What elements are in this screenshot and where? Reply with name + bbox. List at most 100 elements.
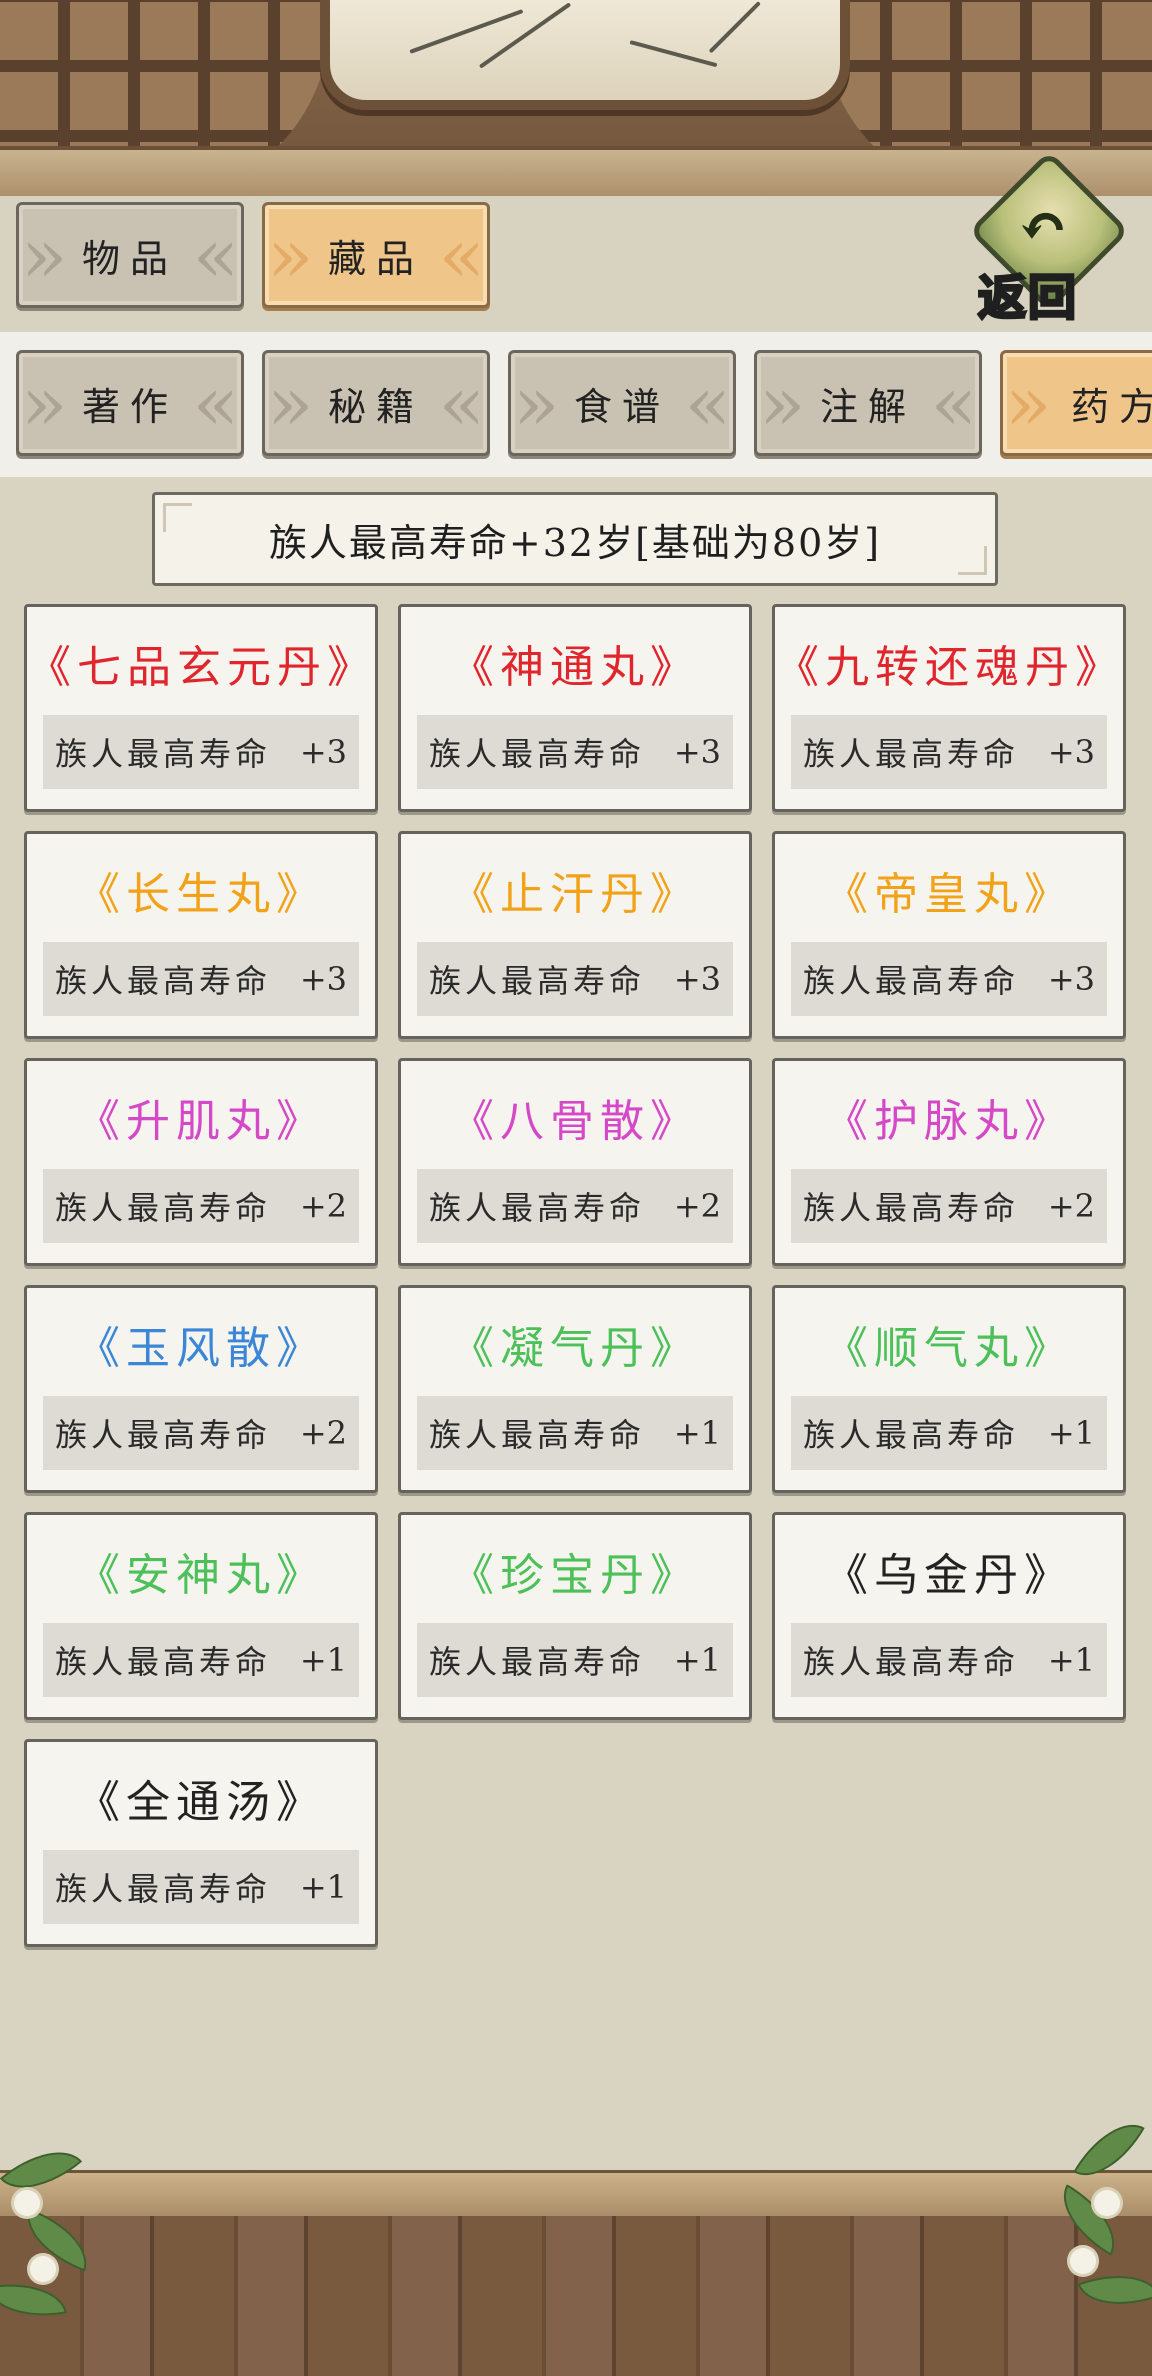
right-plant-decoration bbox=[1042, 2107, 1152, 2376]
item-effect-bar: 族人最高寿命 +2 bbox=[43, 1396, 359, 1470]
tab-recipes[interactable]: » 食谱 « bbox=[508, 350, 736, 456]
item-card[interactable]: 《珍宝丹》族人最高寿命 +1 bbox=[398, 1512, 752, 1720]
item-effect-value: +1 bbox=[1047, 1414, 1095, 1452]
ink-painting-panel bbox=[320, 0, 850, 110]
item-name: 《玉风散》 bbox=[76, 1323, 326, 1374]
sub-tab-bar: » 著作 « » 秘籍 « » 食谱 « » 注解 « » 药方 bbox=[0, 332, 1152, 477]
tab-prescriptions-label: 药方 bbox=[1071, 384, 1152, 429]
item-name: 《九转还魂丹》 bbox=[775, 642, 1125, 693]
chevron-right-icon: « bbox=[438, 358, 486, 448]
item-card[interactable]: 《护脉丸》族人最高寿命 +2 bbox=[772, 1058, 1126, 1266]
chevron-left-icon: » bbox=[267, 210, 314, 300]
tab-secret-manuals-label: 秘籍 bbox=[327, 384, 424, 429]
item-effect-value: +3 bbox=[299, 960, 347, 998]
item-effect-bar: 族人最高寿命 +1 bbox=[417, 1623, 733, 1697]
item-effect-bar: 族人最高寿命 +3 bbox=[791, 715, 1107, 789]
item-card[interactable]: 《顺气丸》族人最高寿命 +1 bbox=[772, 1285, 1126, 1493]
item-effect-bar: 族人最高寿命 +3 bbox=[417, 715, 733, 789]
item-effect-bar: 族人最高寿命 +2 bbox=[43, 1169, 359, 1243]
item-effect-value: +3 bbox=[673, 960, 721, 998]
item-card[interactable]: 《神通丸》族人最高寿命 +3 bbox=[398, 604, 752, 812]
item-effect-value: +1 bbox=[299, 1868, 347, 1906]
chevron-left-icon: » bbox=[759, 358, 806, 448]
corner-ornament bbox=[958, 546, 987, 575]
item-effect-label: 族人最高寿命 bbox=[429, 962, 646, 1000]
chevron-right-icon: « bbox=[930, 358, 978, 448]
tab-collection-label: 藏品 bbox=[327, 236, 424, 281]
item-effect-label: 族人最高寿命 bbox=[55, 962, 272, 1000]
tab-recipes-label: 食谱 bbox=[573, 384, 670, 429]
item-card[interactable]: 《安神丸》族人最高寿命 +1 bbox=[24, 1512, 378, 1720]
item-effect-label: 族人最高寿命 bbox=[429, 1416, 646, 1454]
return-button[interactable]: ↶ 返回 bbox=[966, 150, 1130, 328]
item-effect-label: 族人最高寿命 bbox=[55, 1643, 272, 1681]
item-effect-value: +1 bbox=[1047, 1641, 1095, 1679]
tab-secret-manuals[interactable]: » 秘籍 « bbox=[262, 350, 490, 456]
item-effect-value: +1 bbox=[299, 1641, 347, 1679]
tab-items-label: 物品 bbox=[81, 236, 178, 281]
item-effect-label: 族人最高寿命 bbox=[429, 735, 646, 773]
chevron-left-icon: » bbox=[267, 358, 314, 448]
tab-prescriptions[interactable]: » 药方 bbox=[1000, 350, 1152, 456]
item-effect-value: +3 bbox=[1047, 960, 1095, 998]
item-name: 《七品玄元丹》 bbox=[27, 642, 377, 693]
item-effect-label: 族人最高寿命 bbox=[429, 1189, 646, 1227]
chevron-left-icon: » bbox=[513, 358, 560, 448]
item-effect-value: +3 bbox=[299, 733, 347, 771]
item-effect-bar: 族人最高寿命 +2 bbox=[791, 1169, 1107, 1243]
tab-annotations-label: 注解 bbox=[819, 384, 916, 429]
item-effect-value: +2 bbox=[299, 1187, 347, 1225]
item-name: 《护脉丸》 bbox=[824, 1096, 1074, 1147]
item-card[interactable]: 《全通汤》族人最高寿命 +1 bbox=[24, 1739, 378, 1947]
tab-annotations[interactable]: » 注解 « bbox=[754, 350, 982, 456]
item-effect-label: 族人最高寿命 bbox=[803, 735, 1020, 773]
lifespan-summary-banner: 族人最高寿命+32岁[基础为80岁] bbox=[152, 492, 998, 586]
item-name: 《凝气丹》 bbox=[450, 1323, 700, 1374]
item-effect-value: +2 bbox=[1047, 1187, 1095, 1225]
tab-items[interactable]: » 物品 « bbox=[16, 202, 244, 308]
item-card[interactable]: 《九转还魂丹》族人最高寿命 +3 bbox=[772, 604, 1126, 812]
item-effect-bar: 族人最高寿命 +3 bbox=[43, 715, 359, 789]
item-card[interactable]: 《玉风散》族人最高寿命 +2 bbox=[24, 1285, 378, 1493]
item-card[interactable]: 《八骨散》族人最高寿命 +2 bbox=[398, 1058, 752, 1266]
item-effect-label: 族人最高寿命 bbox=[803, 1416, 1020, 1454]
item-name: 《安神丸》 bbox=[76, 1550, 326, 1601]
item-card[interactable]: 《止汗丹》族人最高寿命 +3 bbox=[398, 831, 752, 1039]
item-effect-value: +2 bbox=[299, 1414, 347, 1452]
item-effect-label: 族人最高寿命 bbox=[803, 1189, 1020, 1227]
chevron-right-icon: « bbox=[684, 358, 732, 448]
item-effect-bar: 族人最高寿命 +1 bbox=[43, 1850, 359, 1924]
corner-ornament bbox=[163, 503, 192, 532]
return-label: 返回 bbox=[976, 269, 1079, 328]
item-card[interactable]: 《长生丸》 族人最高寿命 +3 bbox=[24, 831, 378, 1039]
item-name: 《止汗丹》 bbox=[450, 869, 700, 920]
item-name: 《顺气丸》 bbox=[824, 1323, 1074, 1374]
chevron-right-icon: « bbox=[192, 210, 240, 300]
item-effect-value: +1 bbox=[673, 1414, 721, 1452]
item-effect-label: 族人最高寿命 bbox=[55, 1416, 272, 1454]
item-card[interactable]: 《帝皇丸》 族人最高寿命 +3 bbox=[772, 831, 1126, 1039]
item-name: 《帝皇丸》 bbox=[824, 869, 1074, 920]
tab-collection[interactable]: » 藏品 « bbox=[262, 202, 490, 308]
item-name: 《八骨散》 bbox=[450, 1096, 700, 1147]
item-effect-value: +3 bbox=[1047, 733, 1095, 771]
item-name: 《乌金丹》 bbox=[824, 1550, 1074, 1601]
chevron-right-icon: « bbox=[438, 210, 486, 300]
item-card[interactable]: 《乌金丹》族人最高寿命 +1 bbox=[772, 1512, 1126, 1720]
chevron-left-icon: » bbox=[21, 210, 68, 300]
item-card[interactable]: 《升肌丸》族人最高寿命 +2 bbox=[24, 1058, 378, 1266]
item-card[interactable]: 《凝气丹》族人最高寿命 +1 bbox=[398, 1285, 752, 1493]
item-card[interactable]: 《七品玄元丹》族人最高寿命 +3 bbox=[24, 604, 378, 812]
item-effect-label: 族人最高寿命 bbox=[429, 1643, 646, 1681]
item-effect-label: 族人最高寿命 bbox=[55, 1189, 272, 1227]
item-name: 《珍宝丹》 bbox=[450, 1550, 700, 1601]
item-name: 《升肌丸》 bbox=[76, 1096, 326, 1147]
item-effect-label: 族人最高寿命 bbox=[55, 1870, 272, 1908]
item-effect-label: 族人最高寿命 bbox=[803, 1643, 1020, 1681]
item-name: 《神通丸》 bbox=[450, 642, 700, 693]
item-effect-value: +3 bbox=[673, 733, 721, 771]
chevron-right-icon: « bbox=[192, 358, 240, 448]
item-name: 《全通汤》 bbox=[76, 1777, 326, 1828]
item-effect-bar: 族人最高寿命 +2 bbox=[417, 1169, 733, 1243]
tab-writings[interactable]: » 著作 « bbox=[16, 350, 244, 456]
